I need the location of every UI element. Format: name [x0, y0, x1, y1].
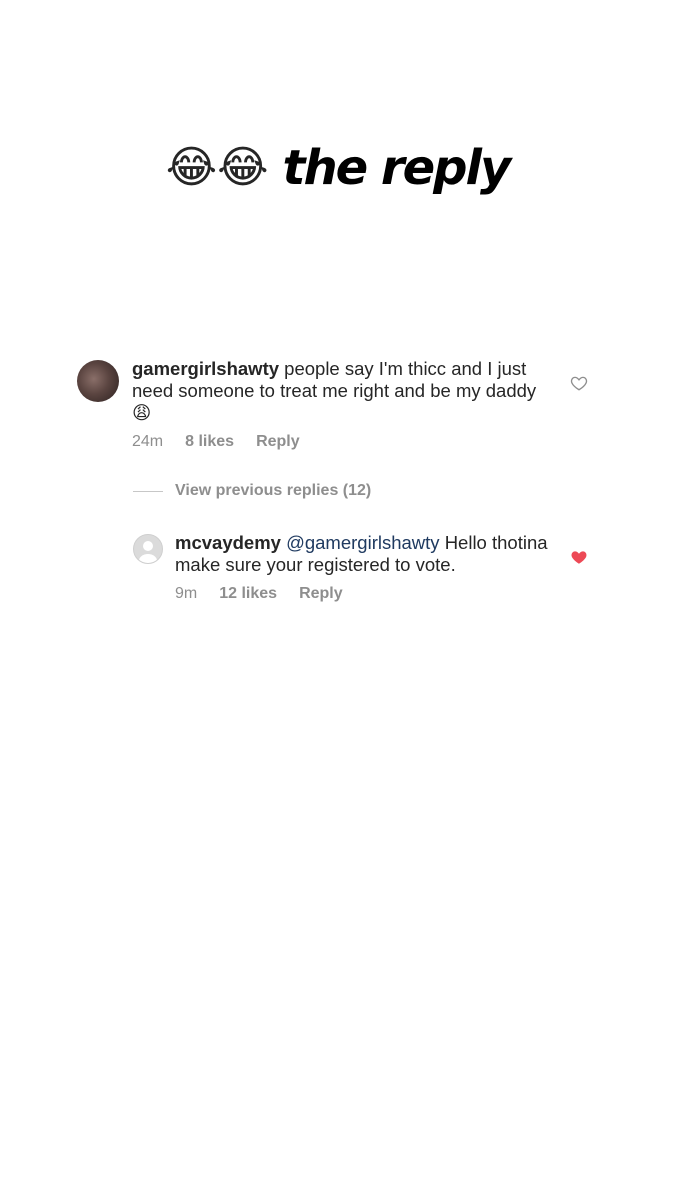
reply-likes[interactable]: 12 likes [219, 585, 277, 603]
comment-reply-button[interactable]: Reply [256, 433, 300, 451]
reply-reply-button[interactable]: Reply [299, 585, 343, 603]
reply-meta: 9m 12 likes Reply [175, 585, 555, 603]
reply-body: mcvaydemy @gamergirlshawty Hello thotina… [175, 532, 555, 603]
comment-username[interactable]: gamergirlshawty [132, 358, 279, 379]
caption-text: the reply [282, 140, 512, 196]
avatar[interactable] [133, 534, 163, 564]
comment-body: gamergirlshawty people say I'm thicc and… [132, 358, 552, 451]
divider-line [133, 490, 163, 492]
view-previous-replies-label: View previous replies (12) [175, 482, 372, 499]
comment-meta: 24m 8 likes Reply [132, 433, 552, 451]
comment-text-block: gamergirlshawty people say I'm thicc and… [132, 358, 552, 424]
view-previous-replies-button[interactable]: View previous replies (12) [133, 482, 371, 500]
reply-mention[interactable]: @gamergirlshawty [286, 532, 439, 553]
heart-filled-icon[interactable] [570, 548, 588, 566]
heart-outline-icon[interactable] [570, 374, 588, 392]
avatar[interactable] [77, 360, 119, 402]
story-caption: 😂😂 the reply [0, 140, 675, 196]
comment-likes[interactable]: 8 likes [185, 433, 234, 451]
laughing-crying-emoji: 😂😂 [165, 143, 269, 192]
reply-username[interactable]: mcvaydemy [175, 532, 281, 553]
comment-time: 24m [132, 433, 164, 450]
reply-time: 9m [175, 585, 198, 602]
default-avatar-icon [139, 541, 157, 563]
reply-text-block: mcvaydemy @gamergirlshawty Hello thotina… [175, 532, 555, 576]
weary-face-emoji: 😩 [132, 402, 152, 423]
